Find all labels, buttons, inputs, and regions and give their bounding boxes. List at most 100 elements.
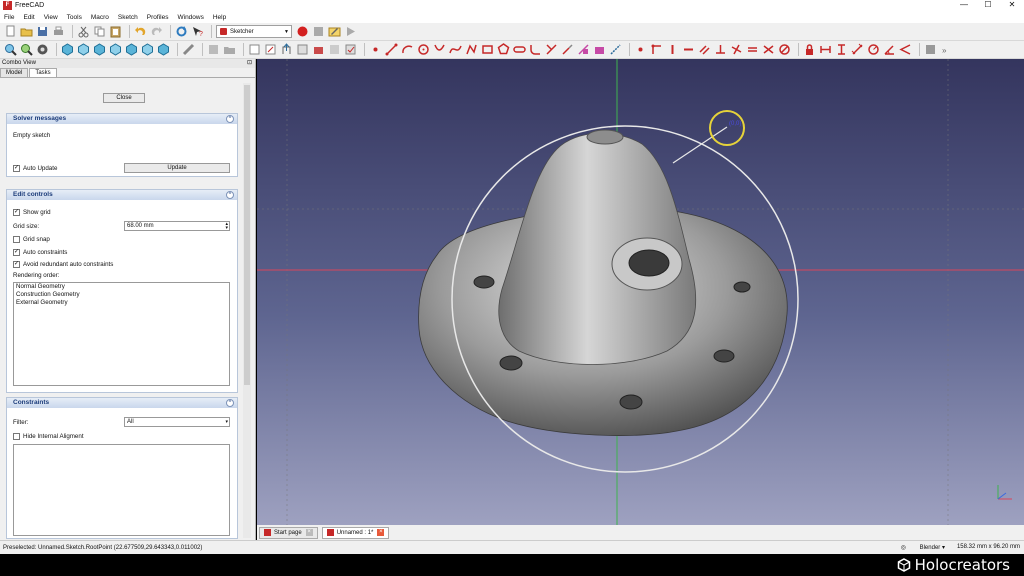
update-button[interactable]: Update (124, 163, 230, 173)
polygon-icon[interactable] (497, 43, 510, 56)
fit-all-icon[interactable] (4, 43, 17, 56)
maximize-button[interactable]: ☐ (976, 0, 1000, 11)
radius-constraint-icon[interactable] (867, 43, 880, 56)
pin-icon[interactable]: ⊡ (247, 59, 252, 68)
panel-scrollbar[interactable] (243, 83, 251, 538)
validate-sketch-icon[interactable] (344, 43, 357, 56)
bottom-view-icon[interactable] (141, 43, 154, 56)
refresh-icon[interactable] (175, 25, 188, 38)
collapse-icon[interactable]: ⌃ (226, 191, 234, 199)
copy-icon[interactable] (93, 25, 106, 38)
horizontal-constraint-icon[interactable] (682, 43, 695, 56)
snell-constraint-icon[interactable] (899, 43, 912, 56)
part-icon[interactable] (207, 43, 220, 56)
line-icon[interactable] (385, 43, 398, 56)
lock-constraint-icon[interactable] (803, 43, 816, 56)
reorient-sketch-icon[interactable] (328, 43, 341, 56)
top-view-icon[interactable] (93, 43, 106, 56)
close-window-button[interactable]: ✕ (1000, 0, 1024, 11)
coincident-constraint-icon[interactable] (634, 43, 647, 56)
solver-messages-header[interactable]: Solver messages ⌃ (7, 114, 237, 124)
print-icon[interactable] (52, 25, 65, 38)
edit-macro-icon[interactable] (328, 25, 341, 38)
map-sketch-icon[interactable] (312, 43, 325, 56)
workbench-selector[interactable]: Sketcher ▼ (216, 25, 292, 38)
navigation-style-selector[interactable]: ◎ Blender ▾ (901, 544, 945, 551)
constraints-header[interactable]: Constraints ⌃ (7, 398, 237, 408)
conic-icon[interactable] (433, 43, 446, 56)
point-icon[interactable] (369, 43, 382, 56)
grid-snap-checkbox[interactable] (13, 236, 20, 243)
auto-update-checkbox[interactable]: ✓ (13, 165, 20, 172)
tab-unnamed[interactable]: Unnamed : 1* × (321, 526, 390, 539)
edit-sketch-icon[interactable] (264, 43, 277, 56)
isometric-view-icon[interactable] (61, 43, 74, 56)
fillet-icon[interactable] (529, 43, 542, 56)
close-icon[interactable]: × (377, 529, 385, 536)
toggle-driving-icon[interactable] (924, 43, 937, 56)
menu-sketch[interactable]: Sketch (118, 14, 138, 21)
measure-icon[interactable] (182, 43, 195, 56)
menu-help[interactable]: Help (213, 14, 226, 21)
trim-icon[interactable] (545, 43, 558, 56)
close-button[interactable]: Close (103, 93, 145, 103)
overflow-chevron-icon[interactable]: » (940, 43, 953, 56)
polyline-icon[interactable] (465, 43, 478, 56)
cut-icon[interactable] (77, 25, 90, 38)
collapse-icon[interactable]: ⌃ (226, 399, 234, 407)
fit-selection-icon[interactable] (20, 43, 33, 56)
show-grid-checkbox[interactable]: ✓ (13, 209, 20, 216)
sketch-line[interactable] (672, 126, 728, 164)
distance-constraint-icon[interactable] (851, 43, 864, 56)
list-item[interactable]: External Geometry (14, 299, 229, 307)
list-item[interactable]: Construction Geometry (14, 291, 229, 299)
right-view-icon[interactable] (109, 43, 122, 56)
auto-constraints-checkbox[interactable]: ✓ (13, 249, 20, 256)
undo-icon[interactable] (134, 25, 147, 38)
point-on-object-icon[interactable] (650, 43, 663, 56)
carbon-copy-icon[interactable] (593, 43, 606, 56)
external-geometry-icon[interactable] (577, 43, 590, 56)
perpendicular-constraint-icon[interactable] (714, 43, 727, 56)
rendering-order-list[interactable]: Normal Geometry Construction Geometry Ex… (13, 282, 230, 386)
3d-viewport[interactable]: (0,0) (257, 59, 1024, 525)
hide-internal-checkbox[interactable] (13, 433, 20, 440)
vertical-distance-icon[interactable] (835, 43, 848, 56)
vertical-constraint-icon[interactable] (666, 43, 679, 56)
circle-icon[interactable] (417, 43, 430, 56)
menu-profiles[interactable]: Profiles (147, 14, 169, 21)
symmetric-constraint-icon[interactable] (762, 43, 775, 56)
menu-view[interactable]: View (44, 14, 58, 21)
record-macro-icon[interactable] (296, 25, 309, 38)
tangent-constraint-icon[interactable] (730, 43, 743, 56)
avoid-redundant-checkbox[interactable]: ✓ (13, 261, 20, 268)
menu-windows[interactable]: Windows (177, 14, 203, 21)
group-icon[interactable] (223, 43, 236, 56)
filter-select[interactable]: All ▾ (124, 417, 230, 427)
menu-edit[interactable]: Edit (23, 14, 34, 21)
open-folder-icon[interactable] (20, 25, 33, 38)
menu-tools[interactable]: Tools (67, 14, 82, 21)
edit-controls-header[interactable]: Edit controls ⌃ (7, 190, 237, 200)
save-icon[interactable] (36, 25, 49, 38)
whats-this-icon[interactable]: ? (191, 25, 204, 38)
minimize-button[interactable]: — (952, 0, 976, 11)
view-sketch-icon[interactable] (296, 43, 309, 56)
rear-view-icon[interactable] (125, 43, 138, 56)
tab-tasks[interactable]: Tasks (29, 68, 57, 77)
tab-start-page[interactable]: Start page × (259, 526, 318, 539)
front-view-icon[interactable] (77, 43, 90, 56)
menu-file[interactable]: File (4, 14, 14, 21)
list-item[interactable]: Normal Geometry (14, 283, 229, 291)
parallel-constraint-icon[interactable] (698, 43, 711, 56)
slot-icon[interactable] (513, 43, 526, 56)
constraints-list[interactable] (13, 444, 230, 536)
construction-mode-icon[interactable] (609, 43, 622, 56)
spin-arrows-icon[interactable]: ▴ ▾ (225, 222, 228, 231)
run-macro-icon[interactable] (344, 25, 357, 38)
extend-icon[interactable] (561, 43, 574, 56)
leave-sketch-icon[interactable] (280, 43, 293, 56)
tab-model[interactable]: Model (0, 68, 29, 77)
new-sketch-icon[interactable] (248, 43, 261, 56)
angle-constraint-icon[interactable] (883, 43, 896, 56)
